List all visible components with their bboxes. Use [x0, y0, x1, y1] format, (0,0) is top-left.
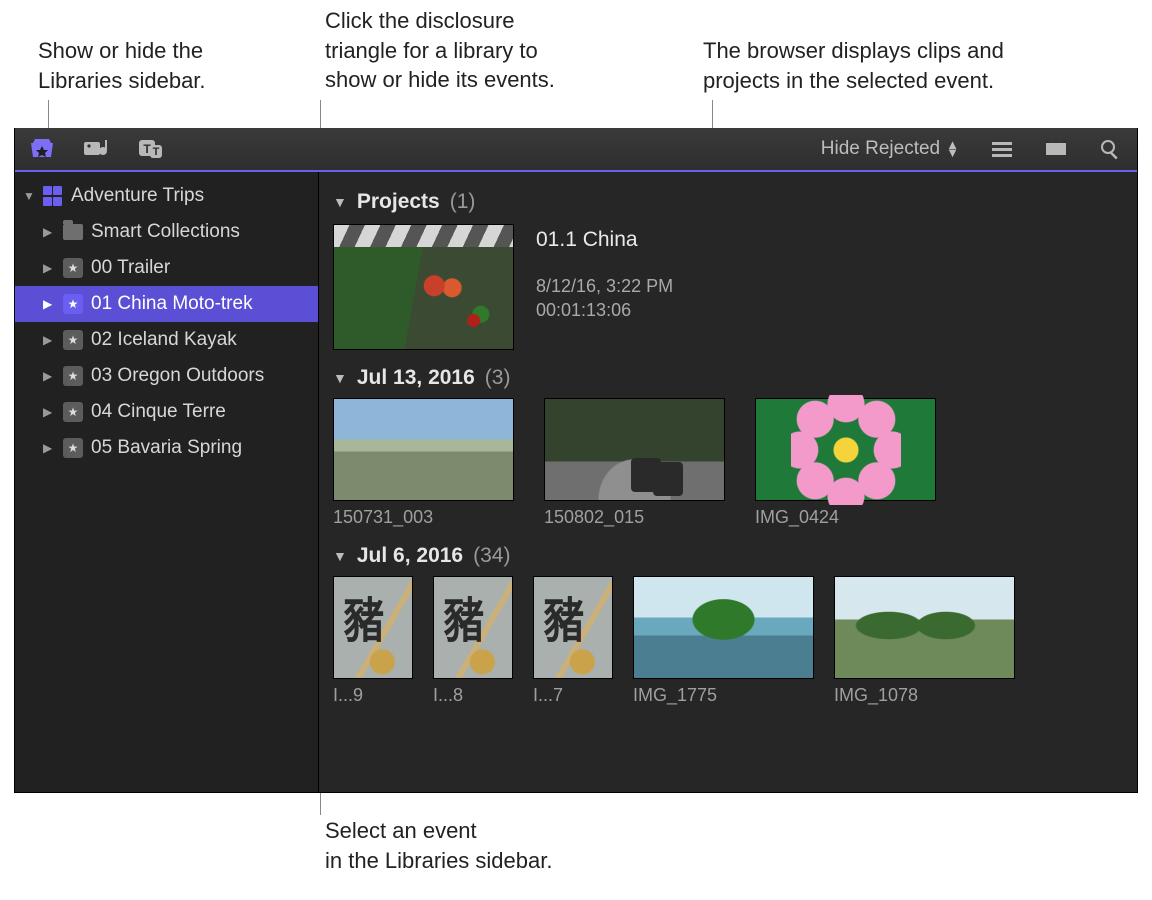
toolbar: TT Hide Rejected ▲▼: [15, 128, 1137, 172]
folder-icon: [63, 224, 83, 240]
clip-thumbnail[interactable]: [544, 398, 725, 501]
project-title: 01.1 China: [536, 228, 673, 252]
sidebar-item[interactable]: ▶ ★ 04 Cinque Terre: [15, 394, 318, 430]
sidebar-item[interactable]: ▶ ★ 02 Iceland Kayak: [15, 322, 318, 358]
app-window: TT Hide Rejected ▲▼ ▼ Adventure Trips ▶ S…: [14, 128, 1138, 793]
clip-label: IMG_0424: [755, 501, 936, 528]
clip-thumbnail[interactable]: [333, 576, 413, 679]
event-star-icon: ★: [63, 258, 83, 278]
clip-thumbnail[interactable]: [433, 576, 513, 679]
sidebar-item-label: 01 China Moto-trek: [91, 293, 253, 315]
clapboard-icon: [334, 225, 513, 247]
clip-thumbnail[interactable]: [633, 576, 814, 679]
clip-item[interactable]: 150802_015: [544, 398, 725, 528]
clip-filter-label: Hide Rejected: [821, 138, 940, 160]
titles-generators-sidebar-icon[interactable]: TT: [135, 134, 165, 164]
svg-text:T: T: [153, 146, 160, 158]
disclosure-triangle-icon[interactable]: ▶: [43, 441, 55, 455]
disclosure-triangle-icon[interactable]: ▼: [333, 548, 347, 564]
sidebar-item-label: Smart Collections: [91, 221, 240, 243]
project-duration: 00:01:13:06: [536, 298, 673, 322]
disclosure-triangle-icon[interactable]: ▶: [43, 369, 55, 383]
event-star-icon: ★: [63, 438, 83, 458]
clip-label: IMG_1078: [834, 679, 1015, 706]
clip-item[interactable]: IMG_1078: [834, 576, 1015, 706]
sidebar-item[interactable]: ▶ Smart Collections: [15, 214, 318, 250]
section-title: Projects: [357, 190, 440, 214]
sidebar-item-label: 00 Trailer: [91, 257, 170, 279]
event-star-icon: ★: [63, 330, 83, 350]
clip-label: 150731_003: [333, 501, 514, 528]
section-count: (1): [450, 190, 476, 214]
sidebar-item-label: 04 Cinque Terre: [91, 401, 226, 423]
clip-label: IMG_1775: [633, 679, 814, 706]
filmstrip-view-icon[interactable]: [1041, 134, 1071, 164]
clip-item[interactable]: I...9: [333, 576, 413, 706]
clip-label: I...7: [533, 679, 613, 706]
clip-item[interactable]: 150731_003: [333, 398, 514, 528]
clip-grid: I...9 I...8 I...7 IMG_1775 IMG_1078: [333, 576, 1123, 706]
library-icon: [43, 186, 63, 206]
clip-item[interactable]: IMG_0424: [755, 398, 936, 528]
date-group-header[interactable]: ▼ Jul 13, 2016 (3): [333, 358, 1123, 398]
clip-label: I...8: [433, 679, 513, 706]
disclosure-triangle-icon[interactable]: ▶: [43, 405, 55, 419]
sidebar-item[interactable]: ▶ ★ 05 Bavaria Spring: [15, 430, 318, 466]
date-group-header[interactable]: ▼ Jul 6, 2016 (34): [333, 536, 1123, 576]
library-name: Adventure Trips: [71, 185, 204, 207]
libraries-sidebar-toggle-icon[interactable]: [27, 134, 57, 164]
photos-audio-sidebar-icon[interactable]: [81, 134, 111, 164]
clip-thumbnail[interactable]: [333, 398, 514, 501]
event-star-icon: ★: [63, 294, 83, 314]
section-title: Jul 13, 2016: [357, 366, 475, 390]
clip-thumbnail[interactable]: [533, 576, 613, 679]
disclosure-triangle-icon[interactable]: ▶: [43, 261, 55, 275]
disclosure-triangle-icon[interactable]: ▶: [43, 225, 55, 239]
browser: ▼ Projects (1) 01.1 China 8/12/16, 3:22 …: [319, 172, 1137, 792]
disclosure-triangle-icon[interactable]: ▼: [333, 370, 347, 386]
callout-disclosure: Click the disclosure triangle for a libr…: [325, 6, 555, 95]
sidebar-item[interactable]: ▶ ★ 03 Oregon Outdoors: [15, 358, 318, 394]
sidebar-item-label: 03 Oregon Outdoors: [91, 365, 264, 387]
sidebar-item[interactable]: ▶ ★ 00 Trailer: [15, 250, 318, 286]
sidebar-item-label: 02 Iceland Kayak: [91, 329, 237, 351]
clip-thumbnail[interactable]: [834, 576, 1015, 679]
clip-label: 150802_015: [544, 501, 725, 528]
clip-filter-popup[interactable]: Hide Rejected ▲▼: [817, 138, 963, 160]
event-star-icon: ★: [63, 366, 83, 386]
libraries-sidebar: ▼ Adventure Trips ▶ Smart Collections ▶ ★ 00…: [15, 172, 319, 792]
clip-item[interactable]: IMG_1775: [633, 576, 814, 706]
disclosure-triangle-icon[interactable]: ▼: [333, 194, 347, 210]
project-metadata: 01.1 China 8/12/16, 3:22 PM 00:01:13:06: [536, 224, 673, 323]
clip-grid: 150731_003 150802_015 IMG_0424: [333, 398, 1123, 528]
projects-header[interactable]: ▼ Projects (1): [333, 182, 1123, 222]
section-count: (3): [485, 366, 511, 390]
disclosure-triangle-icon[interactable]: ▶: [43, 333, 55, 347]
callout-sidebar-toggle: Show or hide the Libraries sidebar.: [38, 36, 206, 95]
project-date: 8/12/16, 3:22 PM: [536, 274, 673, 298]
section-count: (34): [473, 544, 510, 568]
clip-item[interactable]: I...8: [433, 576, 513, 706]
library-row[interactable]: ▼ Adventure Trips: [15, 178, 318, 214]
project-thumbnail[interactable]: [333, 224, 514, 350]
clip-label: I...9: [333, 679, 413, 706]
search-icon[interactable]: [1095, 134, 1125, 164]
sidebar-item[interactable]: ▶ ★ 01 China Moto-trek: [15, 286, 318, 322]
project-item[interactable]: 01.1 China 8/12/16, 3:22 PM 00:01:13:06: [333, 224, 1123, 350]
callout-browser: The browser displays clips and projects …: [703, 36, 1004, 95]
event-star-icon: ★: [63, 402, 83, 422]
list-view-icon[interactable]: [987, 134, 1017, 164]
disclosure-triangle-icon[interactable]: ▼: [23, 189, 35, 203]
clip-thumbnail[interactable]: [755, 398, 936, 501]
sort-arrows-icon: ▲▼: [946, 141, 959, 157]
clip-item[interactable]: I...7: [533, 576, 613, 706]
sidebar-item-label: 05 Bavaria Spring: [91, 437, 242, 459]
disclosure-triangle-icon[interactable]: ▶: [43, 297, 55, 311]
section-title: Jul 6, 2016: [357, 544, 463, 568]
callout-select-event: Select an event in the Libraries sidebar…: [325, 816, 552, 875]
